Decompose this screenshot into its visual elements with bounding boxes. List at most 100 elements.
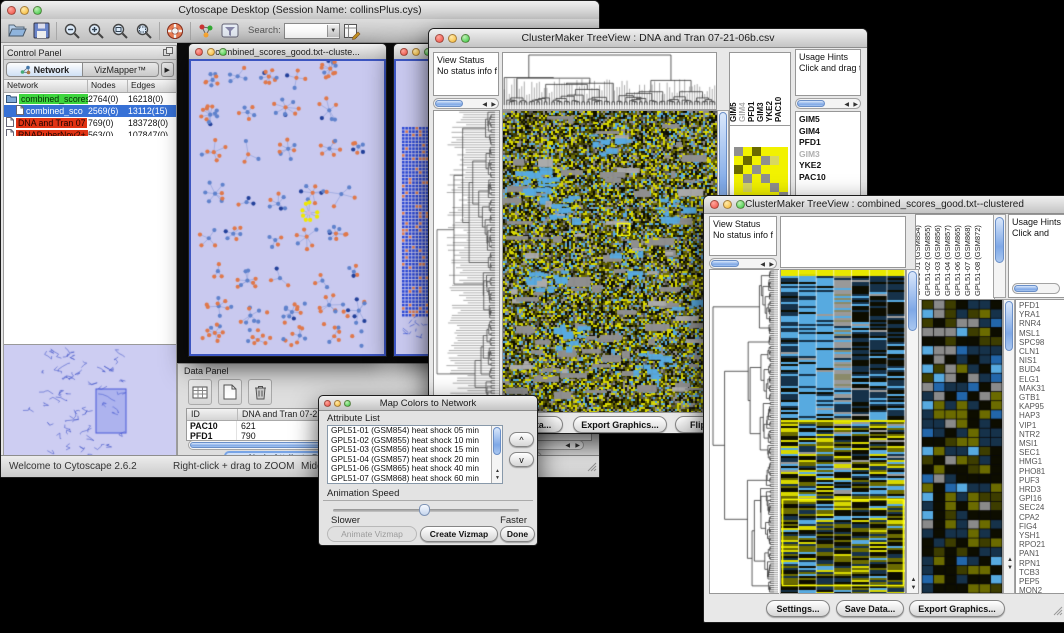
gene-label[interactable]: RPO21 bbox=[1016, 540, 1064, 549]
zoom-button[interactable] bbox=[461, 34, 470, 43]
create-vizmap-button[interactable]: Create Vizmap bbox=[420, 526, 498, 542]
open-session-button[interactable] bbox=[5, 20, 29, 41]
scroll-up-icon[interactable]: ▲ bbox=[1007, 557, 1013, 563]
scrollbar-thumb[interactable] bbox=[797, 100, 825, 107]
resize-grip[interactable] bbox=[1053, 603, 1063, 621]
done-button[interactable]: Done bbox=[500, 526, 535, 542]
scrollbar-thumb[interactable] bbox=[1005, 301, 1013, 351]
scrollbar-thumb[interactable] bbox=[711, 260, 739, 267]
scroll-left-icon[interactable]: ◀ bbox=[565, 443, 570, 449]
help-icon[interactable] bbox=[163, 20, 187, 41]
gene-label[interactable]: PHO81 bbox=[1016, 467, 1064, 476]
heatmap[interactable] bbox=[780, 269, 906, 594]
gene-label[interactable]: YRA1 bbox=[1016, 310, 1064, 319]
tab-overflow-arrow[interactable]: ▶ bbox=[161, 62, 175, 77]
row-dendrogram-canvas[interactable] bbox=[434, 111, 499, 412]
scrollbar-thumb[interactable] bbox=[493, 427, 501, 455]
gene-label[interactable]: HRD3 bbox=[1016, 485, 1064, 494]
slider-thumb[interactable] bbox=[419, 504, 430, 516]
scrollbar-thumb[interactable] bbox=[908, 271, 917, 331]
gene-label[interactable]: MON2 bbox=[1016, 586, 1064, 594]
gene-label[interactable]: NTR2 bbox=[1016, 430, 1064, 439]
gene-label[interactable]: PFD1 bbox=[1016, 301, 1064, 310]
gene-label[interactable]: GPI16 bbox=[1016, 494, 1064, 503]
scroll-right-icon[interactable]: ▶ bbox=[491, 102, 496, 108]
col-edges[interactable]: Edges bbox=[128, 80, 176, 92]
zoom-button[interactable] bbox=[344, 400, 351, 407]
scroll-up-icon[interactable]: ▲ bbox=[495, 469, 500, 474]
tab-vizmapper[interactable]: VizMapper™ bbox=[83, 62, 159, 77]
cluster-vscrollbar[interactable]: ▲ ▼ bbox=[1003, 299, 1015, 594]
zoom-button[interactable] bbox=[736, 200, 745, 209]
zoom-selected-icon[interactable] bbox=[132, 20, 156, 41]
gene-label[interactable]: PAC10 bbox=[796, 172, 860, 184]
scrollbar-thumb[interactable] bbox=[1014, 285, 1038, 292]
col-nodes[interactable]: Nodes bbox=[88, 80, 128, 92]
gene-label[interactable]: SEC1 bbox=[1016, 448, 1064, 457]
animate-vizmap-button[interactable]: Animate Vizmap bbox=[327, 526, 417, 542]
zoom-in-icon[interactable] bbox=[84, 20, 108, 41]
close-button[interactable] bbox=[710, 200, 719, 209]
row-dendrogram-canvas[interactable] bbox=[710, 270, 778, 593]
col-network[interactable]: Network bbox=[4, 80, 88, 92]
usage-hints-scrollbar[interactable] bbox=[1012, 283, 1060, 294]
attribute-list-item[interactable]: GPL51-07 (GSM868) heat shock 60 min bbox=[328, 474, 502, 484]
heatmap-canvas[interactable] bbox=[781, 270, 905, 593]
birdseye-canvas[interactable] bbox=[4, 345, 176, 463]
scroll-left-icon[interactable]: ◀ bbox=[760, 262, 765, 268]
network-row[interactable]: combined_scores2764(0)16218(0) bbox=[4, 93, 176, 105]
tab-network[interactable]: Network bbox=[6, 62, 83, 77]
minimize-button[interactable] bbox=[334, 400, 341, 407]
gene-label[interactable]: CLN1 bbox=[1016, 347, 1064, 356]
gene-label[interactable]: HAP3 bbox=[1016, 411, 1064, 420]
gene-label[interactable]: MSI1 bbox=[1016, 439, 1064, 448]
scrollbar-thumb[interactable] bbox=[435, 100, 463, 107]
export-graphics-button[interactable]: Export Graphics... bbox=[909, 600, 1005, 617]
save-session-button[interactable] bbox=[29, 20, 53, 41]
filter-icon[interactable] bbox=[218, 20, 242, 41]
move-up-button[interactable]: ^ bbox=[509, 432, 534, 447]
save-data-button[interactable]: Save Data... bbox=[836, 600, 904, 617]
zoom-button[interactable] bbox=[33, 6, 42, 15]
resize-grip[interactable] bbox=[586, 461, 597, 475]
column-dendrogram[interactable] bbox=[502, 52, 717, 110]
gene-label[interactable]: GIM4 bbox=[796, 126, 860, 138]
col-id[interactable]: ID bbox=[187, 409, 238, 420]
gene-label[interactable]: BUD4 bbox=[1016, 365, 1064, 374]
gene-label[interactable]: MSL1 bbox=[1016, 329, 1064, 338]
dialog-titlebar[interactable]: Map Colors to Network bbox=[319, 396, 537, 411]
gene-label[interactable]: SEC24 bbox=[1016, 503, 1064, 512]
gene-label[interactable]: NIS1 bbox=[1016, 356, 1064, 365]
minimize-button[interactable] bbox=[207, 48, 215, 56]
scroll-right-icon[interactable]: ▶ bbox=[769, 262, 774, 268]
main-titlebar[interactable]: Cytoscape Desktop (Session Name: collins… bbox=[1, 1, 599, 20]
zoom-out-icon[interactable] bbox=[60, 20, 84, 41]
network-canvas[interactable] bbox=[191, 61, 382, 352]
gene-label[interactable]: GIM5 bbox=[796, 114, 860, 126]
scroll-up-icon[interactable]: ▲ bbox=[911, 577, 917, 583]
gene-label[interactable]: FIG4 bbox=[1016, 522, 1064, 531]
gene-label[interactable]: GIM3 bbox=[796, 149, 860, 161]
close-button[interactable] bbox=[400, 48, 408, 56]
gene-label[interactable]: ELG1 bbox=[1016, 375, 1064, 384]
scroll-left-icon[interactable]: ◀ bbox=[482, 102, 487, 108]
cluster-heatmap-canvas[interactable] bbox=[922, 300, 1002, 593]
gene-label[interactable]: YKE2 bbox=[796, 160, 860, 172]
heatmap[interactable] bbox=[502, 110, 718, 413]
close-button[interactable] bbox=[7, 6, 16, 15]
gene-label[interactable]: PEP5 bbox=[1016, 577, 1064, 586]
heatmap-vscrollbar[interactable]: ▲ ▼ bbox=[906, 269, 919, 594]
treeview-titlebar[interactable]: ClusterMaker TreeView : combined_scores_… bbox=[704, 196, 1064, 214]
gene-label[interactable]: RNR4 bbox=[1016, 319, 1064, 328]
search-dropdown-arrow[interactable]: ▼ bbox=[327, 25, 339, 37]
select-attributes-icon[interactable] bbox=[188, 379, 212, 405]
close-button[interactable] bbox=[435, 34, 444, 43]
float-panel-icon[interactable] bbox=[163, 47, 173, 58]
selected-cluster-heatmap[interactable] bbox=[921, 299, 1003, 594]
close-button[interactable] bbox=[324, 400, 331, 407]
view-status-scrollbar[interactable]: ◀ ▶ bbox=[433, 98, 499, 109]
column-labels-vscrollbar[interactable] bbox=[993, 214, 1006, 298]
vizmapper-icon[interactable] bbox=[194, 20, 218, 41]
scroll-down-icon[interactable]: ▼ bbox=[911, 585, 917, 591]
gene-label[interactable]: PFD1 bbox=[796, 137, 860, 149]
